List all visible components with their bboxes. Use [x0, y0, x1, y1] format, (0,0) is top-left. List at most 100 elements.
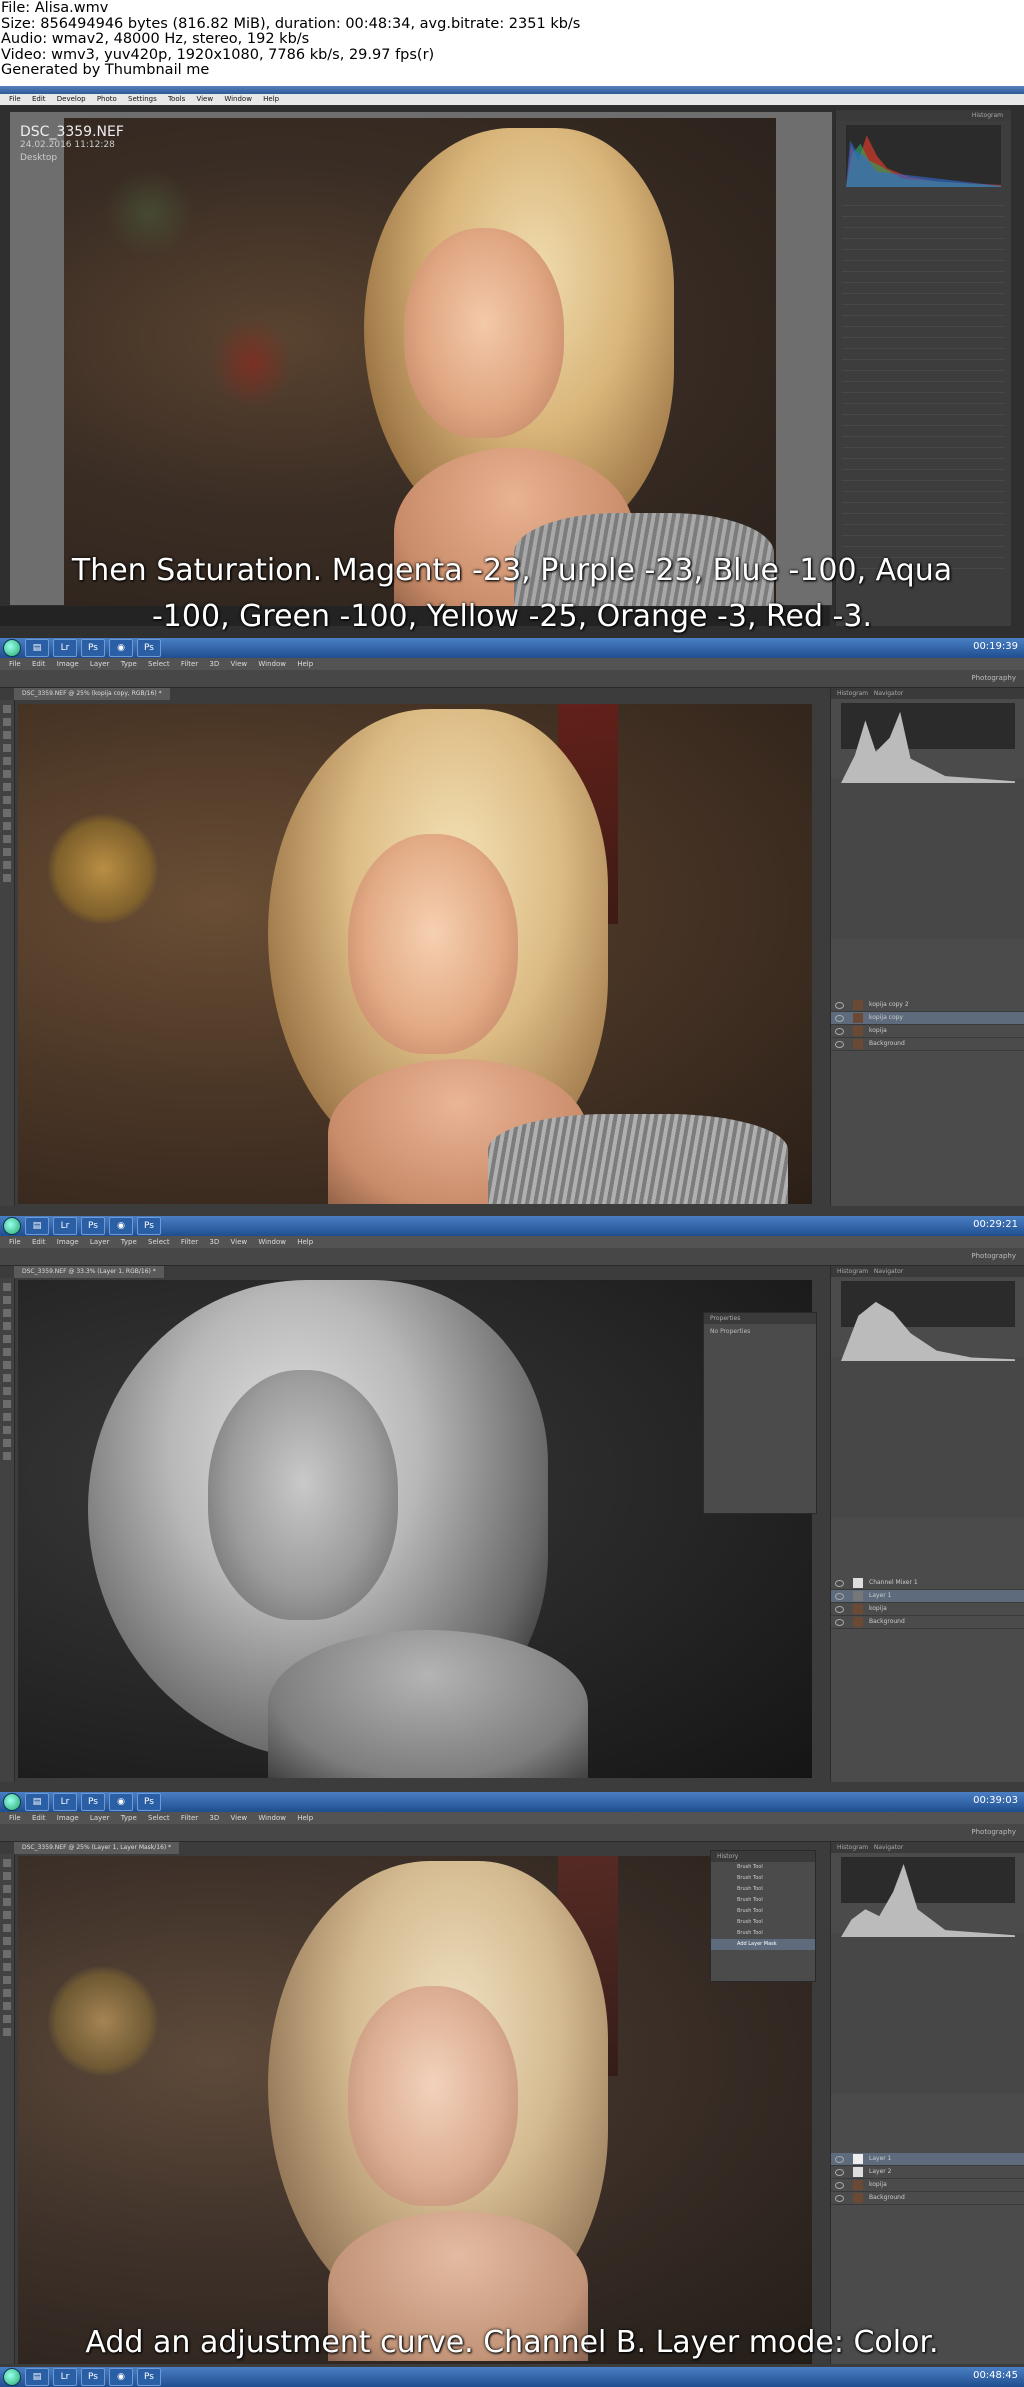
- taskbar-photoshop-icon[interactable]: Ps: [81, 639, 105, 657]
- menu-view[interactable]: View: [231, 660, 248, 668]
- hand-tool-icon[interactable]: [3, 2015, 11, 2023]
- layer-row[interactable]: kopija copy 2: [831, 999, 1024, 1012]
- history-item[interactable]: Brush Tool: [711, 1906, 815, 1917]
- taskbar-bottom[interactable]: ▤ Lr Ps ◉ Ps 00:48:45: [0, 2367, 1024, 2387]
- workspace-label[interactable]: Photography: [971, 1824, 1016, 1841]
- eye-icon[interactable]: [835, 1593, 844, 1600]
- menu-file[interactable]: File: [9, 660, 21, 668]
- eraser-tool-icon[interactable]: [3, 1950, 11, 1958]
- taskbar-photoshop-icon[interactable]: Ps: [81, 2368, 105, 2386]
- brush-tool-icon[interactable]: [3, 1348, 11, 1356]
- menu-help[interactable]: Help: [297, 1814, 313, 1822]
- eye-icon[interactable]: [835, 1580, 844, 1587]
- workspace-label[interactable]: Photography: [971, 1248, 1016, 1265]
- menu-window[interactable]: Window: [258, 1814, 286, 1822]
- dodge-tool-icon[interactable]: [3, 1400, 11, 1408]
- gradient-tool-icon[interactable]: [3, 809, 11, 817]
- zoom-tool-icon[interactable]: [3, 874, 11, 882]
- layer-row[interactable]: Background: [831, 1616, 1024, 1629]
- taskbar-chrome-icon[interactable]: ◉: [109, 639, 133, 657]
- menu-window[interactable]: Window: [224, 95, 252, 103]
- taskbar-explorer-icon[interactable]: ▤: [25, 1793, 49, 1811]
- eraser-tool-icon[interactable]: [3, 796, 11, 804]
- tab-histogram[interactable]: Histogram: [837, 690, 868, 697]
- menu-photo[interactable]: Photo: [97, 95, 117, 103]
- eyedropper-tool-icon[interactable]: [3, 1335, 11, 1343]
- type-tool-icon[interactable]: [3, 2002, 11, 2010]
- crop-tool-icon[interactable]: [3, 1322, 11, 1330]
- layer-row[interactable]: Channel Mixer 1: [831, 1577, 1024, 1590]
- type-tool-icon[interactable]: [3, 848, 11, 856]
- menu-image[interactable]: Image: [57, 1238, 79, 1246]
- eye-icon[interactable]: [835, 1028, 844, 1035]
- crop-tool-icon[interactable]: [3, 1898, 11, 1906]
- lasso-tool-icon[interactable]: [3, 731, 11, 739]
- crop-tool-icon[interactable]: [3, 744, 11, 752]
- history-item[interactable]: Brush Tool: [711, 1884, 815, 1895]
- taskbar-lightroom-icon[interactable]: Lr: [53, 1793, 77, 1811]
- panel-tabs[interactable]: Histogram Navigator: [831, 1842, 1024, 1853]
- layer-row[interactable]: kopija: [831, 1603, 1024, 1616]
- start-button-icon[interactable]: [3, 1217, 21, 1235]
- lr-menubar[interactable]: File Edit Develop Photo Settings Tools V…: [0, 94, 1024, 105]
- menu-view[interactable]: View: [196, 95, 213, 103]
- hand-tool-icon[interactable]: [3, 1439, 11, 1447]
- taskbar[interactable]: ▤ Lr Ps ◉ Ps 00:39:03: [0, 1792, 1024, 1812]
- ps-menubar[interactable]: File Edit Image Layer Type Select Filter…: [0, 658, 1024, 670]
- taskbar-photoshop-icon[interactable]: Ps: [81, 1217, 105, 1235]
- menu-view[interactable]: View: [231, 1238, 248, 1246]
- taskbar-photoshop2-icon[interactable]: Ps: [137, 1217, 161, 1235]
- menu-type[interactable]: Type: [121, 660, 137, 668]
- eye-icon[interactable]: [835, 1015, 844, 1022]
- menu-image[interactable]: Image: [57, 660, 79, 668]
- taskbar-explorer-icon[interactable]: ▤: [25, 1217, 49, 1235]
- tab-histogram[interactable]: Histogram: [837, 1844, 868, 1851]
- eye-icon[interactable]: [835, 1606, 844, 1613]
- menu-3d[interactable]: 3D: [209, 660, 219, 668]
- layer-row[interactable]: Layer 2: [831, 2166, 1024, 2179]
- start-button-icon[interactable]: [3, 639, 21, 657]
- taskbar-lightroom-icon[interactable]: Lr: [53, 639, 77, 657]
- menu-type[interactable]: Type: [121, 1814, 137, 1822]
- menu-type[interactable]: Type: [121, 1238, 137, 1246]
- menu-select[interactable]: Select: [148, 1238, 170, 1246]
- doc-tab[interactable]: DSC_3359.NEF @ 25% (kopija copy, RGB/16)…: [14, 688, 170, 700]
- ps-options-bar[interactable]: Photography: [0, 1824, 1024, 1842]
- workspace-label[interactable]: Photography: [971, 670, 1016, 687]
- stamp-tool-icon[interactable]: [3, 783, 11, 791]
- ps-menubar[interactable]: File Edit Image Layer Type Select Filter…: [0, 1236, 1024, 1248]
- menu-settings[interactable]: Settings: [128, 95, 157, 103]
- lr-sliders[interactable]: [842, 195, 1005, 575]
- menu-edit[interactable]: Edit: [32, 660, 46, 668]
- taskbar-lightroom-icon[interactable]: Lr: [53, 2368, 77, 2386]
- tab-histogram[interactable]: Histogram: [837, 1268, 868, 1275]
- taskbar-photoshop-icon[interactable]: Ps: [81, 1793, 105, 1811]
- layer-row-selected[interactable]: Layer 1: [831, 2153, 1024, 2166]
- history-item[interactable]: Brush Tool: [711, 1928, 815, 1939]
- eraser-tool-icon[interactable]: [3, 1374, 11, 1382]
- taskbar-explorer-icon[interactable]: ▤: [25, 2368, 49, 2386]
- history-item[interactable]: Brush Tool: [711, 1917, 815, 1928]
- menu-help[interactable]: Help: [263, 95, 279, 103]
- menu-develop[interactable]: Develop: [57, 95, 86, 103]
- menu-filter[interactable]: Filter: [181, 1814, 198, 1822]
- tab-navigator[interactable]: Navigator: [874, 1844, 903, 1851]
- layer-row[interactable]: Background: [831, 1038, 1024, 1051]
- gradient-tool-icon[interactable]: [3, 1963, 11, 1971]
- type-tool-icon[interactable]: [3, 1426, 11, 1434]
- pen-tool-icon[interactable]: [3, 1413, 11, 1421]
- tab-navigator[interactable]: Navigator: [874, 1268, 903, 1275]
- taskbar-chrome-icon[interactable]: ◉: [109, 2368, 133, 2386]
- brush-tool-icon[interactable]: [3, 770, 11, 778]
- menu-layer[interactable]: Layer: [90, 660, 110, 668]
- menu-layer[interactable]: Layer: [90, 1814, 110, 1822]
- menu-help[interactable]: Help: [297, 660, 313, 668]
- menu-image[interactable]: Image: [57, 1814, 79, 1822]
- layer-row-selected[interactable]: Layer 1: [831, 1590, 1024, 1603]
- marquee-tool-icon[interactable]: [3, 718, 11, 726]
- eyedropper-tool-icon[interactable]: [3, 757, 11, 765]
- pen-tool-icon[interactable]: [3, 1989, 11, 1997]
- taskbar-photoshop2-icon[interactable]: Ps: [137, 2368, 161, 2386]
- layer-row[interactable]: Background: [831, 2192, 1024, 2205]
- zoom-tool-icon[interactable]: [3, 2028, 11, 2036]
